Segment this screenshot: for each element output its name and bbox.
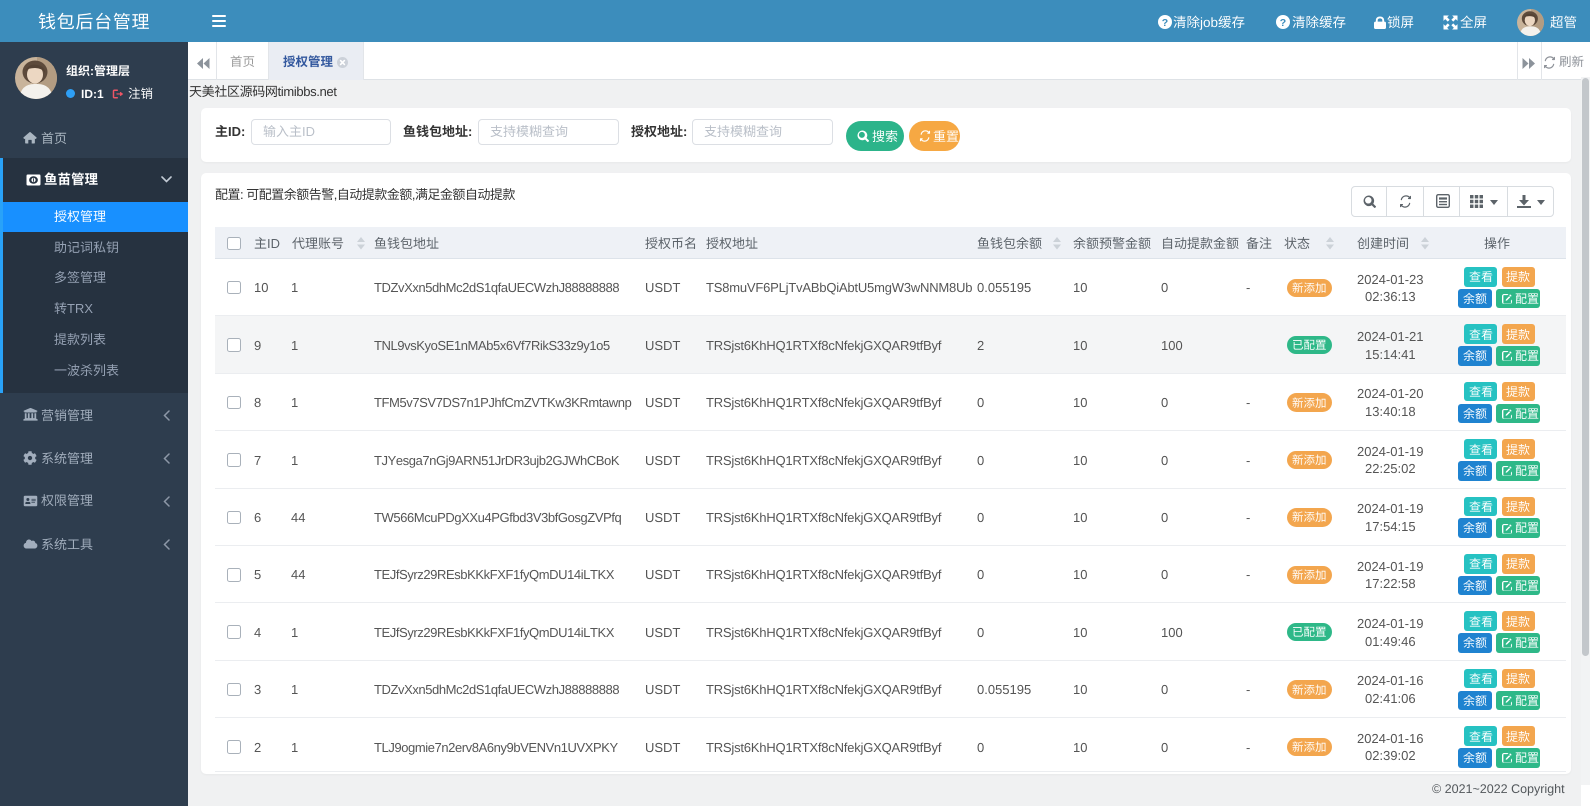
svg-text:?: ? — [1280, 17, 1286, 29]
svg-text:?: ? — [1161, 17, 1167, 29]
